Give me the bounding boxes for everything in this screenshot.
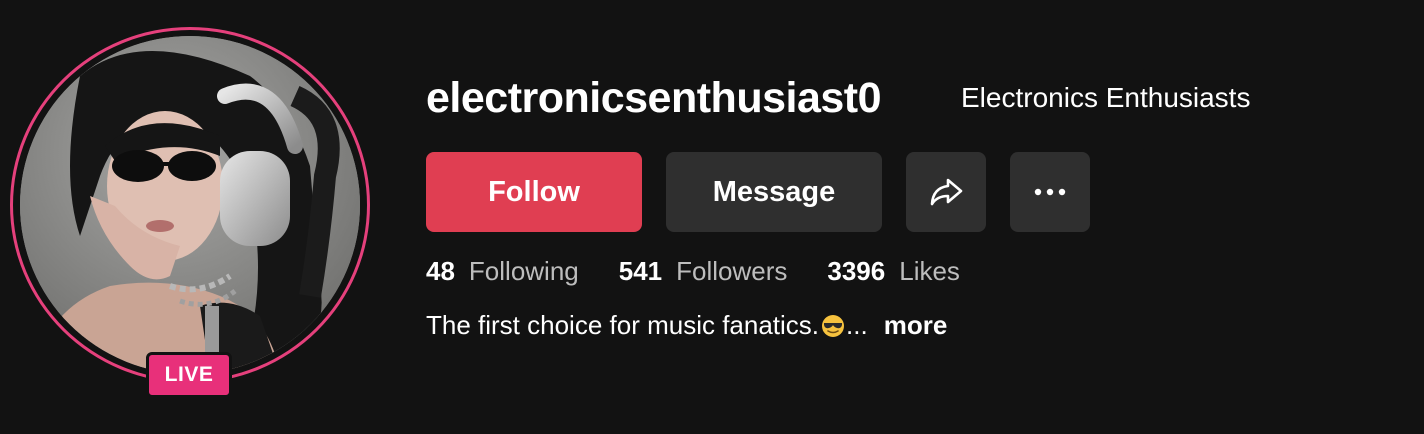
stat-following-label: Following [468,256,579,286]
stat-followers[interactable]: 541 Followers [619,256,788,287]
follow-button[interactable]: Follow [426,152,642,232]
stat-following-count: 48 [426,256,455,286]
bio-text: The first choice for music fanatics. [426,310,820,340]
message-button[interactable]: Message [666,152,882,232]
stat-likes-count: 3396 [827,256,886,286]
stat-likes-label: Likes [899,256,960,286]
avatar[interactable] [20,36,360,374]
bio: The first choice for music fanatics. ...… [426,310,947,341]
share-arrow-icon [930,178,963,206]
username: electronicsenthusiast0 [426,74,882,122]
profile-header: LIVE electronicsenthusiast0 Electronics … [0,0,1424,434]
ellipsis-icon [1034,188,1066,196]
stat-following[interactable]: 48 Following [426,256,579,287]
bio-more-link[interactable]: more [884,310,948,341]
stat-likes: 3396 Likes [827,256,960,287]
avatar-ring[interactable] [10,27,370,383]
stat-followers-count: 541 [618,256,663,286]
share-button[interactable] [906,152,986,232]
bio-ellipsis: ... [846,310,868,340]
avatar-photo [20,36,360,374]
display-name: Electronics Enthusiasts [961,82,1251,113]
live-badge[interactable]: LIVE [146,352,232,398]
more-options-button[interactable] [1010,152,1090,232]
profile-stats: 48 Following 541 Followers 3396 Likes [426,256,1000,287]
sunglasses-emoji-icon [822,314,845,337]
stat-followers-label: Followers [676,256,788,286]
